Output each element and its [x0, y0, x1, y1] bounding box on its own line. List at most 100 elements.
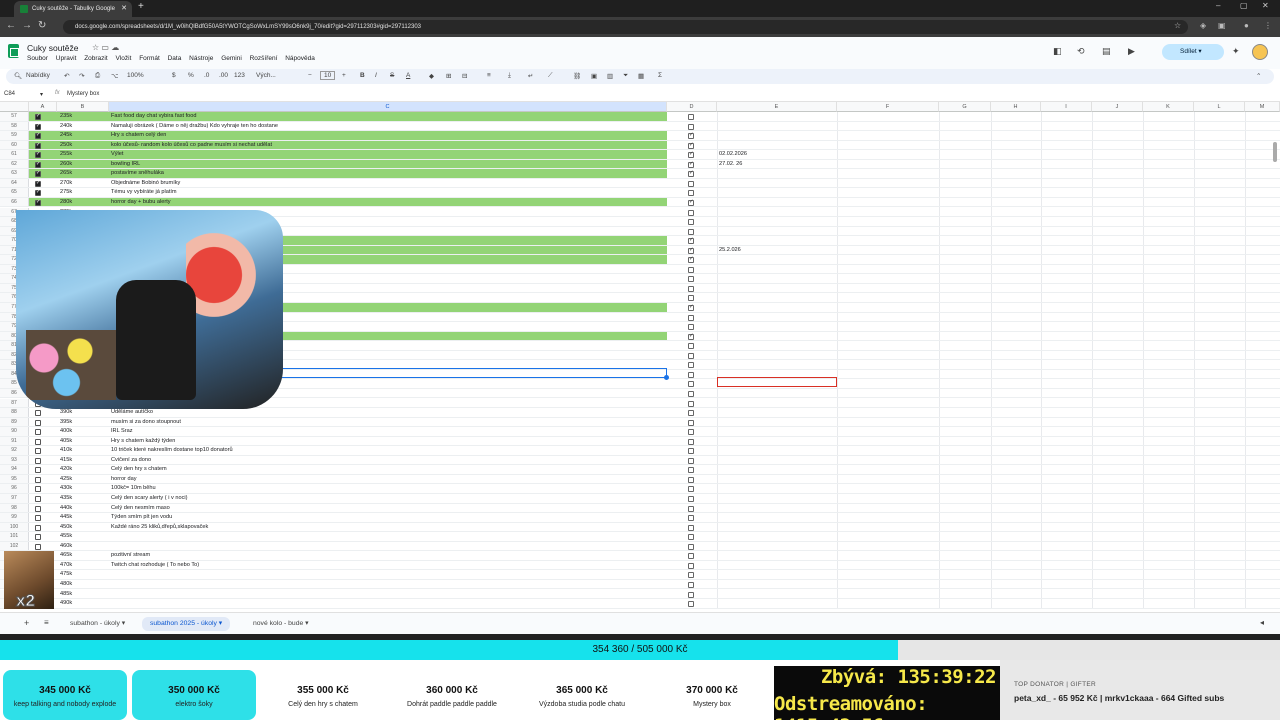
increase-decimal-button[interactable]: .00	[219, 72, 228, 79]
row-checkbox-d[interactable]	[688, 246, 694, 255]
browser-tab[interactable]: Cuky soutěže - Tabulky Google ✕	[14, 1, 132, 17]
cell-amount[interactable]: 460k	[60, 542, 72, 552]
cell-task[interactable]: Uděláme autíčko	[111, 408, 667, 418]
row-checkbox-a[interactable]	[35, 122, 41, 131]
decrease-decimal-button[interactable]: .0	[204, 72, 209, 79]
row-checkbox-d[interactable]	[688, 457, 694, 464]
move-folder-icon[interactable]: ▭	[101, 43, 109, 52]
column-header-c[interactable]: C	[109, 102, 667, 112]
filter-icon[interactable]: ⏷	[623, 72, 628, 80]
row-number[interactable]: 88	[0, 408, 29, 417]
row-checkbox-a[interactable]	[35, 112, 41, 122]
column-header-f[interactable]: F	[837, 102, 939, 112]
row-checkbox-a[interactable]	[35, 457, 41, 464]
menu-format[interactable]: Formát	[139, 55, 160, 62]
menu-edit[interactable]: Upravit	[56, 55, 77, 62]
add-sheet-icon[interactable]: +	[24, 618, 29, 628]
row-number[interactable]: 62	[0, 159, 29, 169]
cell-task[interactable]: pozitivní stream	[111, 551, 667, 561]
menu-tools[interactable]: Nástroje	[189, 55, 213, 62]
puzzle-icon[interactable]: ▣	[1218, 21, 1226, 30]
row-checkbox-d[interactable]	[688, 429, 694, 436]
row-checkbox-a[interactable]	[35, 410, 41, 417]
cell-task[interactable]: Namaluji obrázek ( Dáme o něj dražbu) Kd…	[111, 122, 667, 132]
url-field[interactable]: docs.google.com/spreadsheets/d/1M_w0ihQl…	[63, 20, 1188, 34]
cell-amount[interactable]: 485k	[60, 590, 72, 600]
font-size-minus[interactable]: −	[308, 72, 312, 79]
row-number[interactable]: 90	[0, 427, 29, 436]
italic-button[interactable]: I	[375, 72, 377, 79]
filter-views-icon[interactable]: ▦	[638, 72, 644, 80]
row-number[interactable]: 66	[0, 197, 29, 207]
close-window-icon[interactable]: ✕	[1262, 1, 1269, 10]
name-box[interactable]: C84	[4, 91, 15, 97]
row-number[interactable]: 99	[0, 513, 29, 522]
cell-task[interactable]: 100kč= 10m běhu	[111, 484, 667, 494]
cell-task[interactable]: Výlet	[111, 150, 667, 160]
row-number[interactable]: 91	[0, 436, 29, 446]
cell-task[interactable]: Celý den nesmím maso	[111, 504, 667, 514]
zoom-select[interactable]: 100%	[127, 72, 144, 79]
row-checkbox-d[interactable]	[688, 505, 694, 512]
comments-icon[interactable]: ▤	[1102, 46, 1111, 57]
menu-dots-icon[interactable]: ⋮	[1264, 21, 1272, 30]
wrap-icon[interactable]: ↵	[528, 72, 533, 80]
row-checkbox-d[interactable]	[688, 467, 694, 474]
row-checkbox-a[interactable]	[35, 131, 41, 141]
maximize-icon[interactable]: ▢	[1240, 1, 1248, 10]
cell-amount[interactable]: 270k	[60, 179, 72, 189]
row-checkbox-d[interactable]	[688, 114, 694, 120]
row-checkbox-a[interactable]	[35, 141, 41, 150]
column-header-b[interactable]: B	[57, 102, 109, 112]
select-all-corner[interactable]	[0, 102, 29, 112]
avatar[interactable]	[1252, 44, 1268, 60]
functions-icon[interactable]: Σ	[658, 72, 662, 79]
row-number[interactable]: 92	[0, 446, 29, 455]
profile-icon[interactable]: ●	[1244, 21, 1249, 30]
row-number[interactable]: 100	[0, 522, 29, 532]
row-checkbox-d[interactable]	[688, 180, 694, 187]
row-number[interactable]: 101	[0, 532, 29, 541]
cell-task[interactable]: Twitch chat rozhoduje ( To nebo To)	[111, 561, 667, 571]
cell-amount[interactable]: 470k	[60, 561, 72, 571]
row-number[interactable]: 63	[0, 169, 29, 178]
row-number[interactable]: 93	[0, 455, 29, 465]
paint-format-icon[interactable]: ⌥	[111, 72, 119, 80]
row-checkbox-a[interactable]	[35, 150, 41, 160]
row-checkbox-d[interactable]	[688, 410, 694, 417]
cell-amount[interactable]: 440k	[60, 504, 72, 514]
cell-amount[interactable]: 425k	[60, 475, 72, 485]
menu-view[interactable]: Zobrazit	[84, 55, 107, 62]
menus-search-label[interactable]: Nabídky	[26, 72, 50, 79]
sheets-logo-icon[interactable]	[8, 44, 19, 58]
font-size-input[interactable]: 10	[320, 71, 336, 80]
row-checkbox-d[interactable]	[688, 314, 694, 321]
cell-task[interactable]: kolo účesů- random kolo účesů co padne m…	[111, 141, 667, 151]
cell-amount[interactable]: 415k	[60, 456, 72, 466]
row-checkbox-d[interactable]	[688, 236, 694, 246]
back-icon[interactable]: ←	[6, 20, 16, 31]
row-checkbox-a[interactable]	[35, 505, 41, 512]
cell-amount[interactable]: 265k	[60, 169, 72, 179]
cell-amount[interactable]: 255k	[60, 150, 72, 160]
strikethrough-button[interactable]: S	[390, 72, 394, 79]
cell-amount[interactable]: 410k	[60, 446, 72, 456]
reload-icon[interactable]: ↻	[38, 20, 46, 31]
percent-button[interactable]: %	[188, 72, 194, 79]
cell-amount[interactable]: 250k	[60, 141, 72, 151]
print-icon[interactable]: ⎙	[95, 72, 100, 80]
row-checkbox-a[interactable]	[35, 169, 41, 179]
meet-icon[interactable]: ▶	[1128, 46, 1135, 57]
row-checkbox-d[interactable]	[688, 419, 694, 426]
row-checkbox-a[interactable]	[35, 188, 41, 198]
row-checkbox-d[interactable]	[688, 562, 694, 569]
sheet-tab-1[interactable]: subathon - úkoly ▾	[62, 617, 133, 631]
cell-task[interactable]: postavíme sněhuláka	[111, 169, 667, 179]
cell-task[interactable]: Každé ráno 25 kliků,dřepů,sklapovaček	[111, 523, 667, 533]
history-icon[interactable]: ⟲	[1077, 46, 1085, 57]
share-button[interactable]: Sdílet ▾	[1162, 44, 1224, 60]
row-number[interactable]: 89	[0, 417, 29, 427]
cell-task[interactable]: IRL Sraz	[111, 427, 667, 437]
all-sheets-icon[interactable]: ≡	[44, 618, 49, 627]
menu-extensions[interactable]: Rozšíření	[250, 55, 278, 62]
